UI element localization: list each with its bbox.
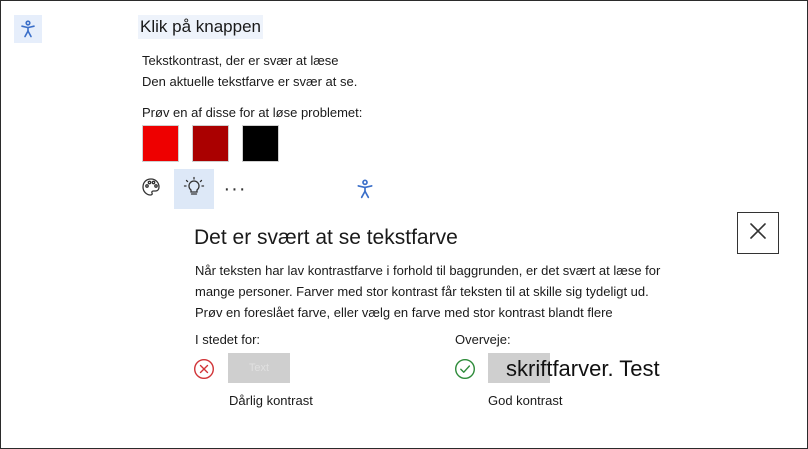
good-sample-text: skriftfarver. Test [506,356,660,381]
consider-label: Overveje: [455,332,511,347]
suggestions-label: Prøv en af disse for at løse problemet: [142,105,363,120]
click-button-title[interactable]: Klik på knappen [138,15,263,39]
color-swatch-dark-red[interactable] [192,125,229,162]
bad-sample-text: Text [248,362,270,374]
good-contrast-caption: God kontrast [488,393,563,408]
bad-contrast-caption: Dårlig kontrast [229,393,313,408]
accessibility-small-icon[interactable] [355,179,375,199]
instead-label: I stedet for: [195,332,261,347]
close-button[interactable] [737,212,779,254]
panel-heading: Det er svært at se tekstfarve [194,226,458,249]
panel-description: Når teksten har lav kontrastfarve i forh… [195,263,661,320]
error-circle-icon [193,358,215,380]
issue-subtitle: Den aktuelle tekstfarve er svær at se. [142,74,358,89]
lightbulb-icon [183,176,205,203]
color-swatch-black[interactable] [242,125,279,162]
checkmark-circle-icon [454,358,476,380]
suggestion-button[interactable] [174,169,214,209]
accessibility-pane: Klik på knappen Tekstkontrast, der er sv… [0,0,808,449]
palette-icon [141,177,161,202]
issue-title: Tekstkontrast, der er svær at læse [142,53,339,68]
close-icon [749,222,767,245]
bad-contrast-sample: Text [228,353,290,383]
more-options-button[interactable]: ··· [215,169,255,209]
color-swatch-red[interactable] [142,125,179,162]
accessibility-icon[interactable] [14,15,42,43]
palette-button[interactable] [131,169,171,209]
